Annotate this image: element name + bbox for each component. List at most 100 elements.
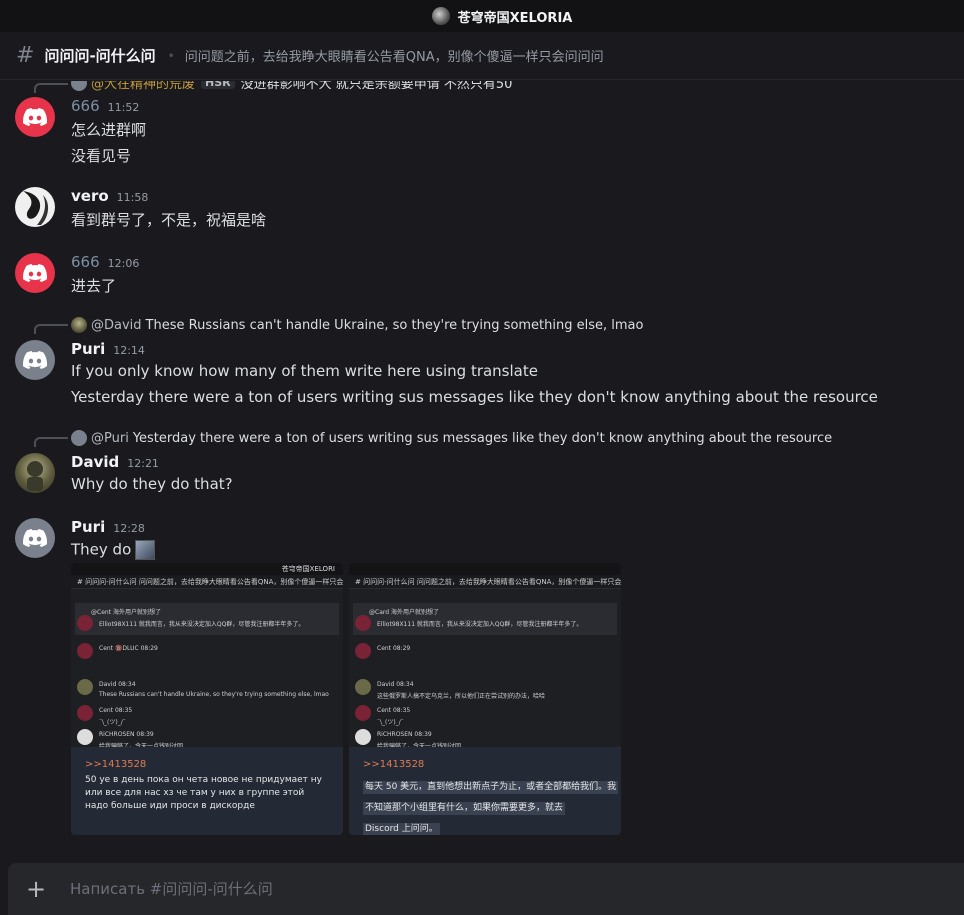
david-avatar-icon <box>27 461 43 491</box>
attachment-server-name <box>349 563 621 575</box>
attachment-row: These Russians can't handle Ukraine, so … <box>99 691 329 698</box>
reply-author: @Puri <box>91 430 129 446</box>
reply-avatar <box>71 317 87 333</box>
image-attachment[interactable]: 苍穹帝国XELORI # 问问问-问什么问 问问题之前，去给我睁大眼睛看公告看Q… <box>71 563 343 835</box>
message-text: Yesterday there were a ton of users writ… <box>71 388 878 406</box>
attachment-avatar <box>355 679 371 695</box>
author-name[interactable]: Puri <box>71 340 105 358</box>
reply-author: @David <box>91 317 142 333</box>
discord-logo-icon <box>23 351 47 369</box>
topic-divider: • <box>167 48 175 63</box>
message-list[interactable]: @大在精神的荒废 HSR 没进群影响不大 就只是余额要申请 不然只有50 666… <box>0 81 964 863</box>
quote-line: или все для нас хз че там у них в группе… <box>85 788 305 798</box>
attachment-row: @Card 海外用户就别想了 <box>369 609 439 616</box>
message-text: If you only know how many of them write … <box>71 362 538 380</box>
reply-avatar <box>71 430 87 446</box>
quote-line: 每天 50 美元，直到他想出新点子为止，或者全部都给我们。我 <box>363 781 619 794</box>
message-text: 没看见号 <box>71 147 132 165</box>
message-header: vero 11:58 <box>71 187 148 205</box>
discord-logo-icon <box>23 264 47 282</box>
quote-line: надо больше иди проси в дискорде <box>85 801 255 811</box>
reply-reference[interactable]: @Puri Yesterday there were a ton of user… <box>71 430 832 446</box>
author-name[interactable]: 666 <box>71 97 100 115</box>
author-name[interactable]: David <box>71 453 119 471</box>
attachment-row: ¯\_(ツ)_/¯ <box>377 719 404 726</box>
author-name[interactable]: vero <box>71 187 109 205</box>
quote-line: 50 уе в день пока он чета новое не приду… <box>85 775 322 785</box>
message-text-content: They do <box>71 540 132 559</box>
reply-text: Yesterday there were a ton of users writ… <box>132 430 833 446</box>
timestamp: 12:21 <box>127 457 159 470</box>
server-avatar-icon <box>431 7 450 25</box>
author-name[interactable]: 666 <box>71 253 100 271</box>
discord-logo-icon <box>23 108 47 126</box>
user-avatar[interactable] <box>15 518 55 558</box>
attachment-avatar <box>77 679 93 695</box>
reply-text: These Russians can't handle Ukraine, so … <box>145 317 644 333</box>
attachment-quote: >>1413528 50 уе в день пока он чета ново… <box>71 747 343 835</box>
attachment-row: Cent 08:29 <box>377 645 411 652</box>
reply-reference[interactable]: @David These Russians can't handle Ukrai… <box>71 317 643 333</box>
message-text: They do <box>71 540 156 560</box>
attachment-row: David 08:34 <box>99 681 136 688</box>
timestamp: 12:06 <box>107 257 140 270</box>
inline-emoji-image[interactable] <box>135 540 156 560</box>
attachment-avatar <box>77 705 93 721</box>
hash-icon: # <box>16 43 35 68</box>
author-name[interactable]: Puri <box>71 518 105 536</box>
reply-avatar <box>71 81 87 91</box>
plus-icon: + <box>25 875 47 903</box>
attachment-avatar <box>355 729 371 745</box>
user-avatar[interactable] <box>15 340 55 380</box>
reply-connector <box>34 83 68 93</box>
reply-reference[interactable]: @大在精神的荒废 HSR 没进群影响不大 就只是余额要申请 不然只有50 <box>71 81 512 92</box>
quote-line: 不知道那个小组里有什么，如果你需要更多，就去 <box>363 802 566 815</box>
attachment-channel-header: # 问问问-问什么问 问问题之前，去给我睁大眼睛看公告看QNA，别像个傻逼一样只… <box>71 575 343 589</box>
attachment-avatar <box>355 705 371 721</box>
message-text: Why do they do that? <box>71 475 233 493</box>
attachment-row: RiCHROSEN 08:39 <box>99 731 154 738</box>
attachment-row: Cent 08:35 <box>377 707 411 714</box>
window-titlebar: 苍穹帝国XELORIA <box>0 0 964 32</box>
add-attachment-button[interactable]: + <box>24 877 48 901</box>
attachment-row: Elliot98X111 就我而言，我从来没决定加入QQ群，尽管我注册都半年多了… <box>377 621 583 628</box>
channel-name[interactable]: 问问问-问什么问 <box>44 45 155 66</box>
message-header: 666 12:06 <box>71 253 139 271</box>
message-text: 看到群号了，不是，祝福是啥 <box>71 211 267 229</box>
attachment-row: ¯\_(ツ)_/¯ <box>99 719 126 726</box>
message-header: 666 11:52 <box>71 97 139 115</box>
attachment-row: @Cent 海外用户就别想了 <box>91 609 161 616</box>
quote-id: >>1413528 <box>363 759 425 770</box>
channel-topic[interactable]: 问问题之前，去给我睁大眼睛看公告看QNA，别像个傻逼一样只会问问问 <box>185 46 604 65</box>
vero-avatar-icon <box>23 191 49 225</box>
quote-line: Discord 上问问。 <box>363 823 440 835</box>
message-header: David 12:21 <box>71 453 159 471</box>
attachment-row: Elliot98X111 就我而言，我从来没决定加入QQ群，尽管我注册都半年多了… <box>99 621 305 628</box>
role-badge: HSR <box>201 81 235 89</box>
reply-author: @大在精神的荒废 <box>91 81 196 92</box>
attachment-row: Cent 🔞DLUC 08:29 <box>99 645 158 652</box>
attachment-channel-header: # 问问问-问什么问 问问题之前，去给我睁大眼睛看公告看QNA，别像个傻逼一样只… <box>349 575 621 589</box>
attachment-avatar <box>77 615 93 631</box>
user-avatar[interactable] <box>15 187 55 227</box>
server-name: 苍穹帝国XELORIA <box>457 10 573 26</box>
image-attachment[interactable]: # 问问问-问什么问 问问题之前，去给我睁大眼睛看公告看QNA，别像个傻逼一样只… <box>349 563 621 835</box>
message-text: 进去了 <box>71 277 117 295</box>
user-avatar[interactable] <box>15 453 55 493</box>
attachment-row: David 08:34 <box>377 681 414 688</box>
message-header: Puri 12:14 <box>71 340 145 358</box>
attachment-server-name: 苍穹帝国XELORI <box>71 563 343 575</box>
user-avatar[interactable] <box>15 253 55 293</box>
user-avatar[interactable] <box>15 97 55 137</box>
message-text: 怎么进群啊 <box>71 121 147 139</box>
reply-text: 没进群影响不大 就只是余额要申请 不然只有50 <box>240 81 513 92</box>
reply-connector <box>34 324 68 334</box>
timestamp: 11:52 <box>107 101 140 114</box>
reply-connector <box>34 437 68 447</box>
message-composer: + <box>8 863 964 915</box>
attachment-row: Cent 08:35 <box>99 707 133 714</box>
attachment-quote: >>1413528 每天 50 美元，直到他想出新点子为止，或者全部都给我们。我… <box>349 747 621 835</box>
message-input[interactable] <box>70 880 890 898</box>
message-header: Puri 12:28 <box>71 518 145 536</box>
discord-logo-icon <box>23 529 47 547</box>
